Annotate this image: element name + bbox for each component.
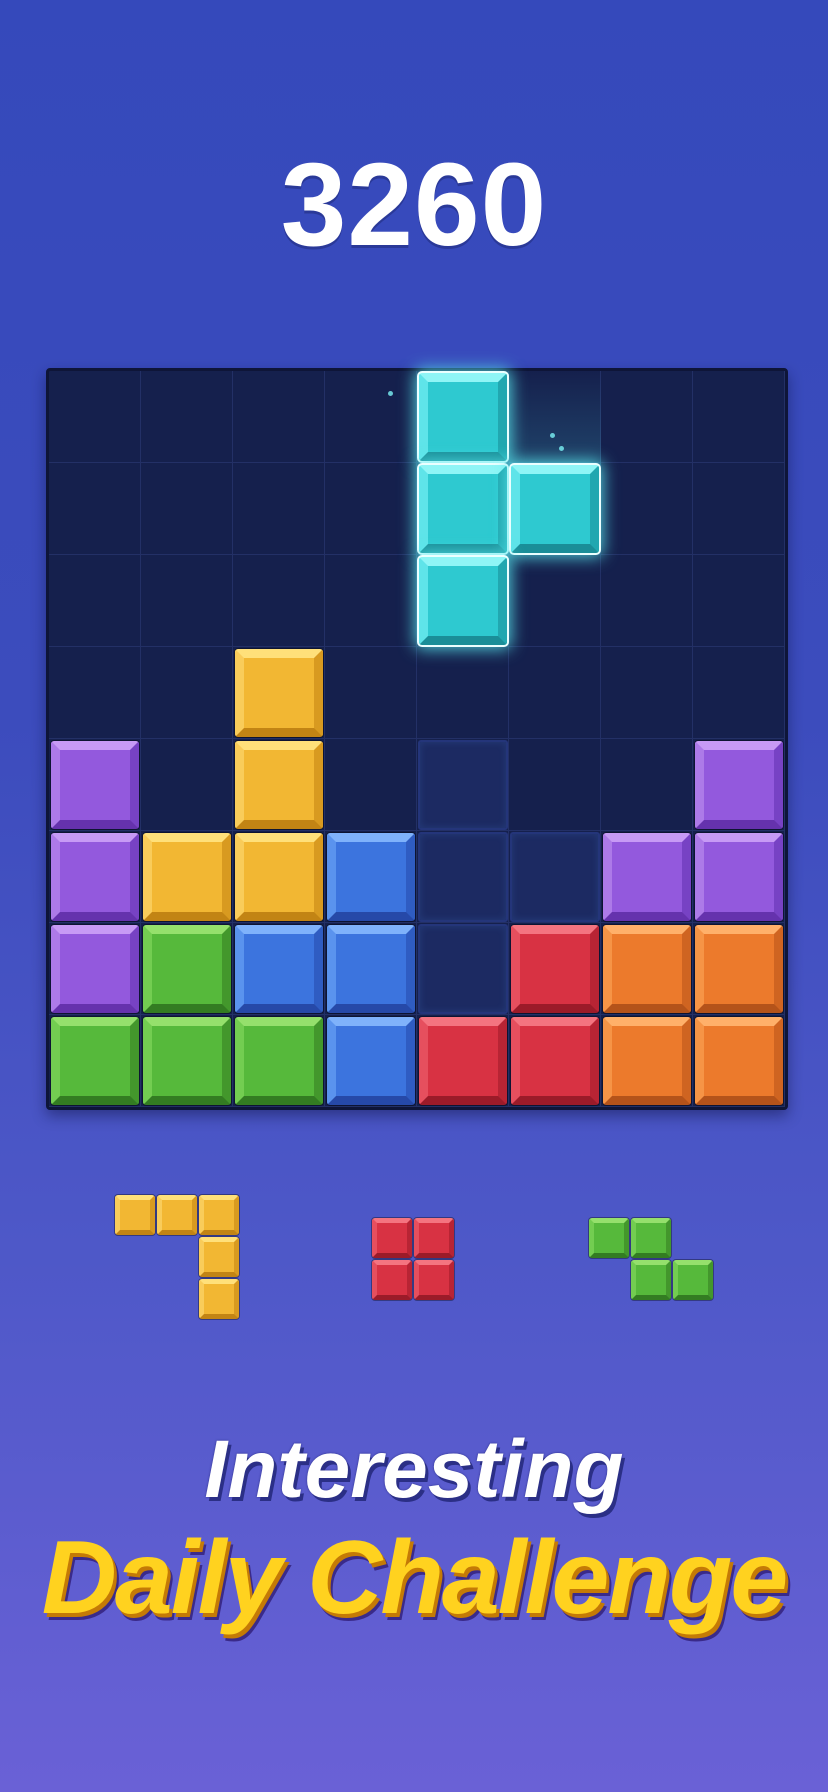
- tray-block-green: [631, 1218, 671, 1258]
- placed-block-purple: [695, 833, 783, 921]
- score-display: 3260: [280, 139, 548, 271]
- placed-block-green: [235, 1017, 323, 1105]
- placed-block-blue: [327, 833, 415, 921]
- board-cell[interactable]: [601, 739, 693, 831]
- sparkle: [388, 391, 393, 396]
- tray-block-yellow: [157, 1195, 197, 1235]
- board-cell[interactable]: [693, 555, 785, 647]
- tray-block-red: [414, 1218, 454, 1258]
- drop-target-slot[interactable]: [418, 832, 508, 922]
- tray-block-green: [631, 1260, 671, 1300]
- active-piece-block[interactable]: [419, 557, 507, 645]
- drop-target-slot[interactable]: [418, 924, 508, 1014]
- board-cell[interactable]: [233, 371, 325, 463]
- board-cell[interactable]: [233, 555, 325, 647]
- placed-block-orange: [603, 1017, 691, 1105]
- board-cell[interactable]: [325, 647, 417, 739]
- board-cell[interactable]: [601, 555, 693, 647]
- placed-block-green: [143, 1017, 231, 1105]
- tray-block-yellow: [199, 1195, 239, 1235]
- tray-block-yellow: [199, 1279, 239, 1319]
- tray-block-red: [372, 1218, 412, 1258]
- tray-block-red: [372, 1260, 412, 1300]
- board-cell[interactable]: [693, 463, 785, 555]
- placed-block-yellow: [235, 833, 323, 921]
- active-piece-block[interactable]: [419, 465, 507, 553]
- board-cell[interactable]: [49, 463, 141, 555]
- board-cell[interactable]: [417, 647, 509, 739]
- board-cell[interactable]: [601, 463, 693, 555]
- placed-block-purple: [51, 925, 139, 1013]
- board-cell[interactable]: [141, 739, 233, 831]
- tray-block-yellow: [115, 1195, 155, 1235]
- board-cell[interactable]: [325, 463, 417, 555]
- board-cell[interactable]: [325, 739, 417, 831]
- board-cell[interactable]: [141, 371, 233, 463]
- placed-block-yellow: [143, 833, 231, 921]
- sparkle: [559, 446, 564, 451]
- placed-block-green: [51, 1017, 139, 1105]
- placed-block-orange: [603, 925, 691, 1013]
- placed-block-yellow: [235, 741, 323, 829]
- placed-block-purple: [695, 741, 783, 829]
- game-board[interactable]: [46, 368, 788, 1110]
- board-cell[interactable]: [693, 371, 785, 463]
- board-cell[interactable]: [509, 555, 601, 647]
- promo-tagline: Interesting: [204, 1424, 624, 1515]
- board-cell[interactable]: [49, 371, 141, 463]
- placed-block-blue: [327, 925, 415, 1013]
- board-cell[interactable]: [49, 555, 141, 647]
- board-cell[interactable]: [141, 463, 233, 555]
- tray-block-green: [673, 1260, 713, 1300]
- tray-block-red: [414, 1260, 454, 1300]
- placed-block-red: [419, 1017, 507, 1105]
- placed-block-purple: [51, 741, 139, 829]
- board-cell[interactable]: [233, 463, 325, 555]
- board-cell[interactable]: [325, 555, 417, 647]
- board-cell[interactable]: [693, 647, 785, 739]
- board-cell[interactable]: [49, 647, 141, 739]
- placed-block-purple: [603, 833, 691, 921]
- drop-target-slot[interactable]: [418, 740, 508, 830]
- board-cell[interactable]: [509, 647, 601, 739]
- placed-block-red: [511, 925, 599, 1013]
- placed-block-orange: [695, 925, 783, 1013]
- placed-block-blue: [235, 925, 323, 1013]
- tray-block-yellow: [199, 1237, 239, 1277]
- placed-block-yellow: [235, 649, 323, 737]
- active-piece-block[interactable]: [511, 465, 599, 553]
- placed-block-green: [143, 925, 231, 1013]
- board-cell[interactable]: [141, 647, 233, 739]
- tray-block-green: [589, 1218, 629, 1258]
- board-cell[interactable]: [325, 371, 417, 463]
- promo-headline: Daily Challenge: [41, 1520, 788, 1636]
- placed-block-orange: [695, 1017, 783, 1105]
- board-cell[interactable]: [509, 739, 601, 831]
- placed-block-red: [511, 1017, 599, 1105]
- board-cell[interactable]: [601, 647, 693, 739]
- placed-block-purple: [51, 833, 139, 921]
- active-piece-block[interactable]: [419, 373, 507, 461]
- sparkle: [550, 433, 555, 438]
- board-cell[interactable]: [141, 555, 233, 647]
- placed-block-blue: [327, 1017, 415, 1105]
- drop-target-slot[interactable]: [510, 832, 600, 922]
- board-cell[interactable]: [601, 371, 693, 463]
